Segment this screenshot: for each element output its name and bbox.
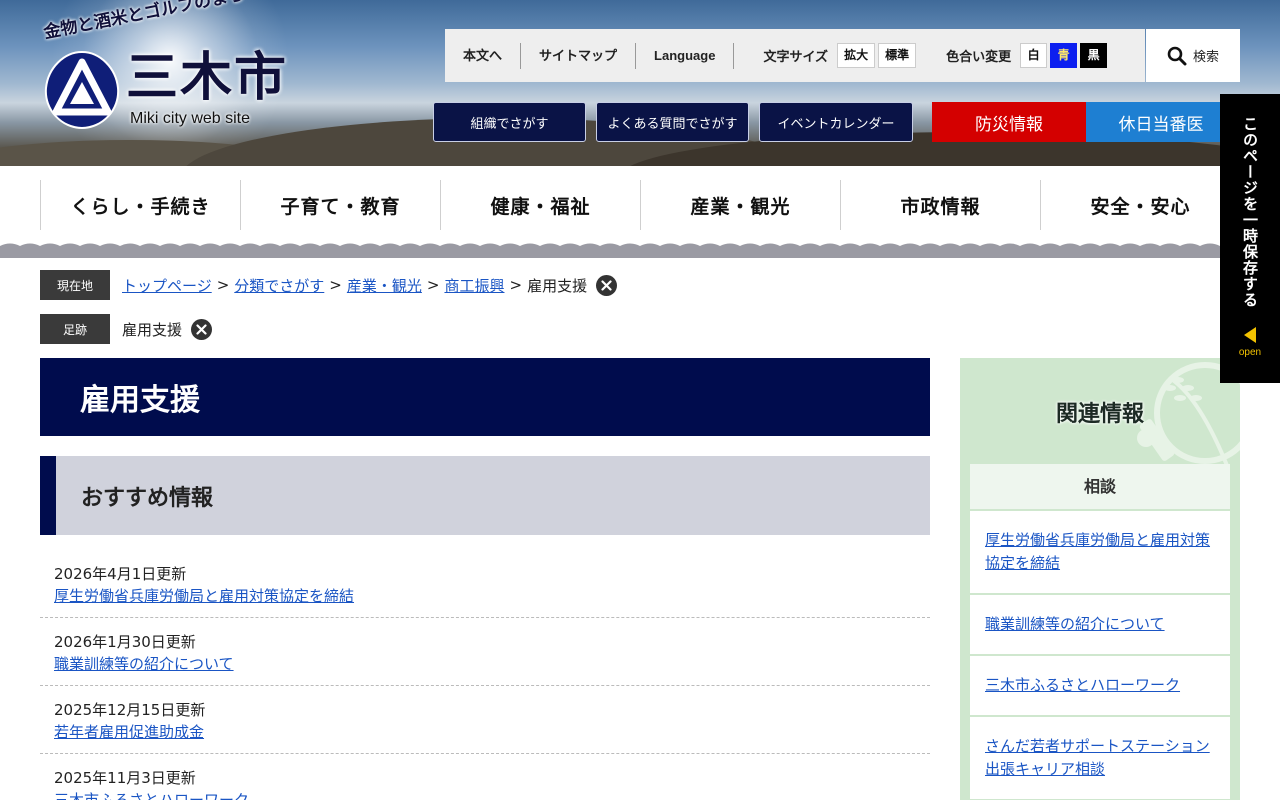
breadcrumb-separator: > [426, 276, 440, 294]
site-logo[interactable]: 金物と酒米とゴルフのまち 三木市 Miki city web site [42, 0, 292, 134]
related-link[interactable]: 三木市ふるさとハローワーク [985, 676, 1180, 694]
breadcrumb-separator: > [216, 276, 230, 294]
open-label: open [1238, 347, 1262, 358]
font-size-enlarge-button[interactable]: 拡大 [837, 43, 876, 68]
city-emblem-icon [44, 50, 120, 130]
sitemap-link[interactable]: サイトマップ [521, 43, 635, 69]
disaster-info-button[interactable]: 防災情報 [932, 102, 1086, 142]
related-info-sidebar: 関連情報 相談 厚生労働省兵庫労働局と雇用対策協定を締結 職業訓練等の紹介につい… [960, 358, 1240, 800]
gnav-item-childcare[interactable]: 子育て・教育 [240, 180, 440, 230]
list-item: 職業訓練等の紹介について [970, 595, 1230, 654]
list-item: さんだ若者サポートステーション出張キャリア相談 [970, 717, 1230, 799]
wave-divider [0, 243, 1280, 258]
section-heading: おすすめ情報 [40, 456, 930, 535]
global-nav-list: くらし・手続き 子育て・教育 健康・福祉 産業・観光 市政情報 安全・安心 [40, 180, 1240, 230]
logo-city-name: 三木市 [126, 47, 289, 108]
history-item[interactable]: 雇用支援 [122, 319, 182, 340]
consultation-heading: 相談 [970, 464, 1230, 509]
breadcrumb-link-category[interactable]: 分類でさがす [234, 275, 324, 296]
skip-to-content-link[interactable]: 本文へ [445, 43, 520, 69]
color-white-button[interactable]: 白 [1020, 43, 1048, 68]
gnav-item-safety[interactable]: 安全・安心 [1040, 180, 1240, 230]
search-by-organization-button[interactable]: 組織でさがす [433, 102, 586, 142]
related-link[interactable]: 厚生労働省兵庫労働局と雇用対策協定を締結 [985, 531, 1210, 572]
close-icon[interactable] [191, 318, 213, 340]
gnav-item-city-admin[interactable]: 市政情報 [840, 180, 1040, 230]
list-item: 2026年4月1日更新 厚生労働省兵庫労働局と雇用対策協定を締結 [40, 550, 930, 618]
list-item: 2026年1月30日更新 職業訓練等の紹介について [40, 618, 930, 686]
breadcrumb-separator: > [329, 276, 342, 294]
search-button[interactable]: 検索 [1146, 29, 1240, 82]
site-header: 金物と酒米とゴルフのまち 三木市 Miki city web site 本文へ … [0, 0, 1280, 166]
logo-subtitle: Miki city web site [130, 110, 251, 127]
news-date: 2026年1月30日更新 [54, 633, 196, 651]
save-page-label: このページを一時保存する [1241, 116, 1259, 308]
sidebar-title: 関連情報 [1055, 402, 1144, 427]
related-link[interactable]: 職業訓練等の紹介について [985, 615, 1165, 633]
global-nav: くらし・手続き 子育て・教育 健康・福祉 産業・観光 市政情報 安全・安心 [0, 166, 1280, 258]
breadcrumb-link-commerce[interactable]: 商工振興 [444, 275, 504, 296]
history-trail: 足跡 雇用支援 [40, 314, 213, 344]
breadcrumb: 現在地 トップページ > 分類でさがす > 産業・観光 > 商工振興 > 雇用支… [40, 270, 618, 300]
list-item: 三木市ふるさとハローワーク [970, 656, 1230, 715]
breadcrumb-separator: > [509, 276, 523, 294]
breadcrumb-link-industry[interactable]: 産業・観光 [347, 275, 422, 296]
list-item: 2025年11月3日更新 三木市ふるさとハローワーク [40, 754, 930, 800]
gnav-item-living[interactable]: くらし・手続き [40, 180, 240, 230]
color-blue-button[interactable]: 青 [1050, 43, 1078, 68]
gnav-item-industry[interactable]: 産業・観光 [640, 180, 840, 230]
list-item: 2025年12月15日更新 若年者雇用促進助成金 [40, 686, 930, 754]
breadcrumb-current: 雇用支援 [527, 276, 588, 295]
gnav-item-health[interactable]: 健康・福祉 [440, 180, 640, 230]
font-size-label: 文字サイズ [763, 49, 829, 64]
news-date: 2026年4月1日更新 [54, 565, 187, 583]
faq-search-button[interactable]: よくある質問でさがす [596, 102, 749, 142]
holiday-doctor-button[interactable]: 休日当番医 [1086, 102, 1236, 142]
close-icon[interactable] [596, 274, 618, 296]
related-link[interactable]: さんだ若者サポートステーション出張キャリア相談 [985, 737, 1210, 778]
save-page-tab[interactable]: このページを一時保存する open [1220, 94, 1280, 383]
color-change-label: 色合い変更 [946, 49, 1012, 64]
news-list: 2026年4月1日更新 厚生労働省兵庫労働局と雇用対策協定を締結 2026年1月… [40, 550, 930, 800]
utility-bar: 本文へ サイトマップ Language 文字サイズ 拡大 標準 色合い変更 白 … [445, 29, 1145, 82]
news-link[interactable]: 厚生労働省兵庫労働局と雇用対策協定を締結 [54, 587, 354, 605]
breadcrumb-link-top[interactable]: トップページ [122, 275, 212, 296]
search-icon [1167, 46, 1187, 65]
breadcrumb-label: 現在地 [40, 270, 110, 300]
list-item: 厚生労働省兵庫労働局と雇用対策協定を締結 [970, 511, 1230, 593]
font-size-controls: 文字サイズ 拡大 標準 [734, 43, 917, 68]
history-label: 足跡 [40, 314, 110, 344]
page-title: 雇用支援 [40, 358, 930, 436]
event-calendar-button[interactable]: イベントカレンダー [759, 102, 913, 142]
consultation-box: 相談 厚生労働省兵庫労働局と雇用対策協定を締結 職業訓練等の紹介について 三木市… [970, 464, 1230, 799]
news-link[interactable]: 職業訓練等の紹介について [54, 655, 234, 673]
font-size-standard-button[interactable]: 標準 [878, 43, 917, 68]
news-link[interactable]: 三木市ふるさとハローワーク [54, 791, 249, 800]
color-black-button[interactable]: 黒 [1080, 43, 1108, 68]
language-link[interactable]: Language [636, 43, 733, 69]
news-link[interactable]: 若年者雇用促進助成金 [54, 723, 204, 741]
news-date: 2025年11月3日更新 [54, 769, 196, 787]
color-controls: 色合い変更 白 青 黒 [916, 43, 1108, 68]
triangle-left-icon [1244, 327, 1256, 343]
news-date: 2025年12月15日更新 [54, 701, 206, 719]
search-label: 検索 [1192, 50, 1219, 65]
